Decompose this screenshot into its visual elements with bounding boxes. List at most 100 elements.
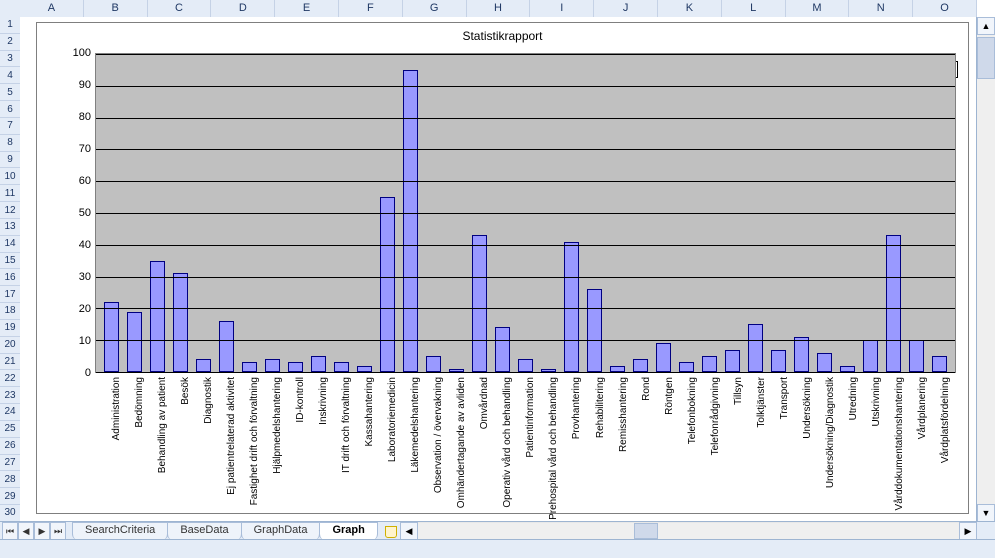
row-header[interactable]: 18 [0,303,20,320]
row-header[interactable]: 16 [0,269,20,286]
row-header[interactable]: 21 [0,354,20,371]
bar[interactable] [909,340,923,372]
row-header[interactable]: 17 [0,286,20,303]
vscroll-thumb[interactable] [977,37,995,79]
scroll-right-icon[interactable]: ▶ [959,522,977,540]
row-header[interactable]: 3 [0,51,20,68]
column-header[interactable]: H [467,0,531,17]
row-header[interactable]: 1 [0,17,20,34]
column-header[interactable]: L [722,0,786,17]
bar[interactable] [518,359,532,372]
row-header[interactable]: 8 [0,135,20,152]
row-header[interactable]: 30 [0,505,20,522]
row-header[interactable]: 2 [0,34,20,51]
bar[interactable] [334,362,348,372]
column-header[interactable]: A [20,0,84,17]
bar[interactable] [311,356,325,372]
x-tick-label: Observation / övervakning [433,377,444,493]
row-header[interactable]: 26 [0,438,20,455]
select-all-corner[interactable] [0,0,21,18]
bar[interactable] [104,302,118,372]
insert-sheet-icon[interactable] [383,524,401,538]
sheet-tab-graph[interactable]: Graph [319,522,377,540]
column-header[interactable]: K [658,0,722,17]
embedded-chart[interactable]: Statistikrapport Antal registreringar 01… [36,22,969,514]
column-header[interactable]: G [403,0,467,17]
column-header[interactable]: J [594,0,658,17]
column-header[interactable]: F [339,0,403,17]
vertical-scrollbar[interactable]: ▲ ▼ [976,17,995,522]
sheet-tab-searchcriteria[interactable]: SearchCriteria [72,522,168,540]
row-header[interactable]: 27 [0,455,20,472]
row-header[interactable]: 4 [0,67,20,84]
bar[interactable] [656,343,670,372]
bar[interactable] [817,353,831,372]
scroll-up-icon[interactable]: ▲ [977,17,995,35]
row-header[interactable]: 6 [0,101,20,118]
row-header[interactable]: 14 [0,236,20,253]
row-header[interactable]: 15 [0,253,20,270]
row-header[interactable]: 5 [0,84,20,101]
row-header[interactable]: 11 [0,185,20,202]
bar[interactable] [472,235,486,372]
scroll-down-icon[interactable]: ▼ [977,504,995,522]
bar[interactable] [932,356,946,372]
horizontal-scrollbar[interactable]: ◀ ▶ [400,521,977,540]
bar[interactable] [127,312,141,372]
bar[interactable] [403,70,417,372]
column-header[interactable]: M [786,0,850,17]
row-header[interactable]: 24 [0,404,20,421]
column-header[interactable]: I [530,0,594,17]
column-header[interactable]: E [275,0,339,17]
bar[interactable] [886,235,900,372]
bar[interactable] [771,350,785,372]
column-header[interactable]: D [211,0,275,17]
scroll-left-icon[interactable]: ◀ [400,522,418,540]
bar[interactable] [173,273,187,372]
row-header[interactable]: 19 [0,320,20,337]
hscroll-thumb[interactable] [634,523,658,539]
tab-first-button[interactable]: ⏮ [2,522,18,540]
sheet-tab-basedata[interactable]: BaseData [167,522,241,540]
bar[interactable] [265,359,279,372]
bar[interactable] [564,242,578,372]
row-header[interactable]: 12 [0,202,20,219]
column-header[interactable]: N [849,0,913,17]
bar[interactable] [633,359,647,372]
tab-last-button[interactable]: ⏭ [50,522,66,540]
bar[interactable] [587,289,601,372]
hscroll-track[interactable] [418,523,959,539]
bar[interactable] [196,359,210,372]
bar[interactable] [242,362,256,372]
bar[interactable] [288,362,302,372]
column-header[interactable]: C [148,0,212,17]
row-header[interactable]: 25 [0,421,20,438]
row-header[interactable]: 28 [0,471,20,488]
sheet-tab-graphdata[interactable]: GraphData [241,522,321,540]
row-header[interactable]: 13 [0,219,20,236]
bar[interactable] [380,197,394,372]
row-header[interactable]: 10 [0,168,20,185]
row-header[interactable]: 20 [0,337,20,354]
bar[interactable] [725,350,739,372]
vscroll-track[interactable] [977,35,995,504]
bar[interactable] [794,337,808,372]
bar[interactable] [748,324,762,372]
tab-prev-button[interactable]: ◀ [18,522,34,540]
bar[interactable] [426,356,440,372]
bar[interactable] [863,340,877,372]
tab-next-button[interactable]: ▶ [34,522,50,540]
column-header[interactable]: O [913,0,977,17]
row-header[interactable]: 29 [0,488,20,505]
bar[interactable] [702,356,716,372]
row-header[interactable]: 23 [0,387,20,404]
column-header[interactable]: B [84,0,148,17]
bar[interactable] [495,327,509,372]
bar[interactable] [679,362,693,372]
bar[interactable] [219,321,233,372]
row-header[interactable]: 22 [0,370,20,387]
x-label-slot: Fastighet drift och förvaltning [237,375,260,509]
row-header[interactable]: 7 [0,118,20,135]
row-header[interactable]: 9 [0,152,20,169]
x-label-slot: Prehospital vård och behandling [537,375,560,509]
